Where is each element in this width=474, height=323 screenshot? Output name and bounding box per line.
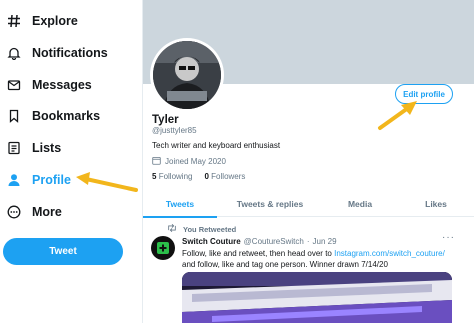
plus-logo-icon (157, 242, 169, 254)
tweet-button[interactable]: Tweet (3, 238, 123, 265)
tab-likes[interactable]: Likes (397, 190, 474, 217)
tweet-text: Follow, like and retweet, then head over… (182, 248, 468, 270)
tweet-author-handle[interactable]: @CoutureSwitch (244, 237, 304, 246)
tweet-header: Switch Couture @CoutureSwitch · Jun 29 (182, 237, 337, 246)
sidebar-item-more[interactable]: More (0, 198, 142, 226)
sidebar-item-profile[interactable]: Profile (0, 166, 142, 194)
tweet-date[interactable]: Jun 29 (313, 237, 337, 246)
sidebar-item-explore[interactable]: Explore (0, 7, 142, 35)
edit-profile-button[interactable]: Edit profile (395, 84, 453, 104)
sidebar-item-notifications[interactable]: Notifications (0, 39, 142, 67)
tweet-text-part: and follow, like and tag one person. Win… (182, 260, 388, 269)
following-label: Following (158, 172, 193, 181)
tweet-author-name[interactable]: Switch Couture (182, 237, 241, 246)
follow-stats: 5 Following 0 Followers (152, 172, 245, 181)
profile-handle: @justtyler85 (152, 126, 197, 135)
sidebar-item-label: More (32, 205, 62, 219)
profile-tabs: Tweets Tweets & replies Media Likes (143, 190, 474, 218)
more-circle-icon (6, 204, 22, 220)
tweet-text-part: Follow, like and retweet, then head over… (182, 249, 335, 258)
bell-icon (6, 45, 22, 61)
retweet-indicator: You Retweeted (167, 223, 237, 234)
followers-link[interactable]: 0 Followers (204, 172, 245, 181)
tab-tweets[interactable]: Tweets (143, 190, 217, 218)
retweet-label: You Retweeted (183, 224, 237, 234)
profile-name: Tyler (152, 114, 179, 126)
followers-label: Followers (211, 172, 246, 181)
person-icon (6, 172, 22, 188)
joined-date: Joined May 2020 (152, 156, 226, 167)
tweet-separator: · (306, 237, 310, 246)
sidebar-item-messages[interactable]: Messages (0, 71, 142, 99)
tweet-link[interactable]: Instagram.com/switch_couture/ (334, 249, 445, 258)
tab-tweets-replies[interactable]: Tweets & replies (217, 190, 323, 217)
hashtag-icon (6, 13, 22, 29)
sidebar-item-bookmarks[interactable]: Bookmarks (0, 102, 142, 130)
sidebar-item-label: Lists (32, 141, 62, 155)
envelope-icon (6, 77, 22, 93)
profile-bio: Tech writer and keyboard enthusiast (152, 141, 281, 150)
profile-photo (153, 41, 221, 109)
sidebar-item-label: Bookmarks (32, 109, 101, 123)
following-link[interactable]: 5 Following (152, 172, 192, 181)
sidebar-item-label: Explore (32, 14, 78, 28)
avatar[interactable] (150, 38, 224, 112)
sidebar-item-label: Messages (32, 78, 92, 92)
sidebar-item-label: Notifications (32, 46, 108, 60)
list-icon (6, 140, 22, 156)
following-count: 5 (152, 172, 157, 181)
bookmark-icon (6, 108, 22, 124)
sidebar-item-lists[interactable]: Lists (0, 134, 142, 162)
joined-label: Joined May 2020 (165, 157, 226, 166)
followers-count: 0 (204, 172, 209, 181)
sidebar-item-label: Profile (32, 173, 71, 187)
sidebar-nav: Explore Notifications Messages Bookmarks… (0, 0, 142, 323)
profile-column: Edit profile Tyler @justtyler85 Tech wri… (142, 0, 474, 323)
tweet-more-icon[interactable]: ··· (442, 232, 455, 243)
tweet-media-image[interactable] (182, 272, 452, 323)
tweet-author-avatar[interactable] (151, 236, 175, 260)
tab-media[interactable]: Media (323, 190, 397, 217)
retweet-icon (167, 223, 177, 234)
calendar-icon (152, 156, 161, 167)
